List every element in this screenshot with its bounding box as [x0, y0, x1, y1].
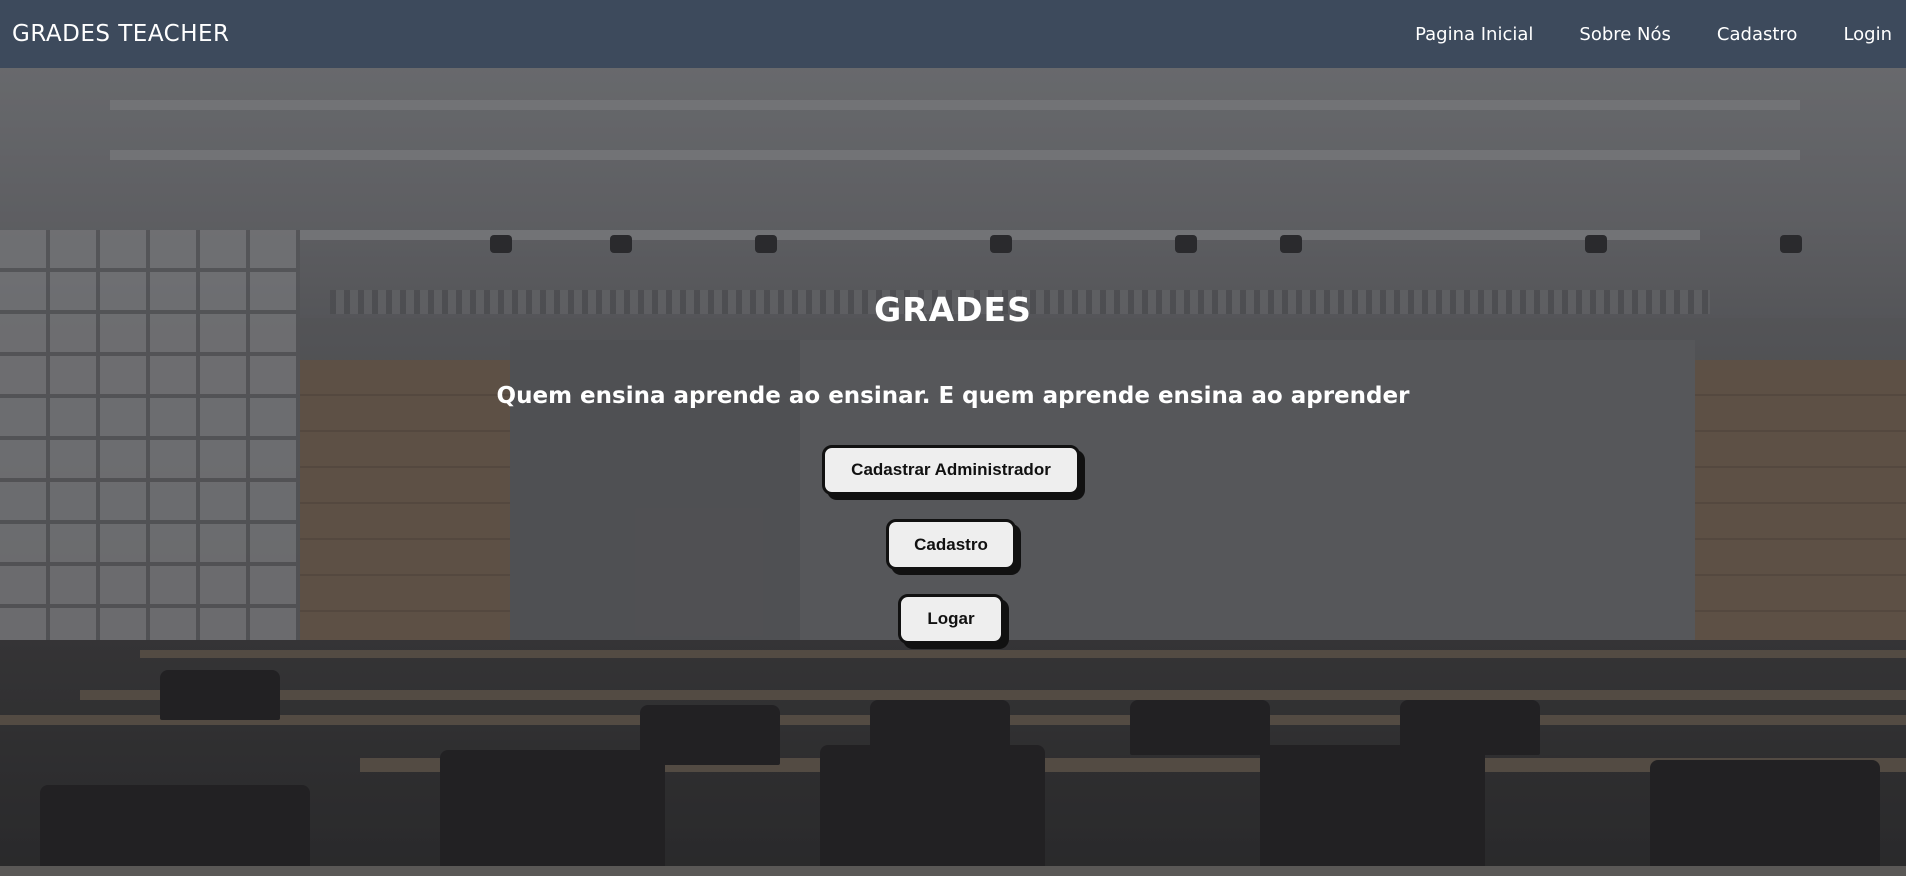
cadastrar-administrador-button[interactable]: Cadastrar Administrador [822, 445, 1080, 495]
cadastro-button[interactable]: Cadastro [886, 519, 1016, 570]
logar-button[interactable]: Logar [898, 594, 1004, 644]
hero-title: GRADES [874, 290, 1032, 329]
hero-section: GRADES Quem ensina aprende ao ensinar. E… [0, 0, 1906, 876]
hero-quote: Quem ensina aprende ao ensinar. E quem a… [496, 383, 1410, 409]
